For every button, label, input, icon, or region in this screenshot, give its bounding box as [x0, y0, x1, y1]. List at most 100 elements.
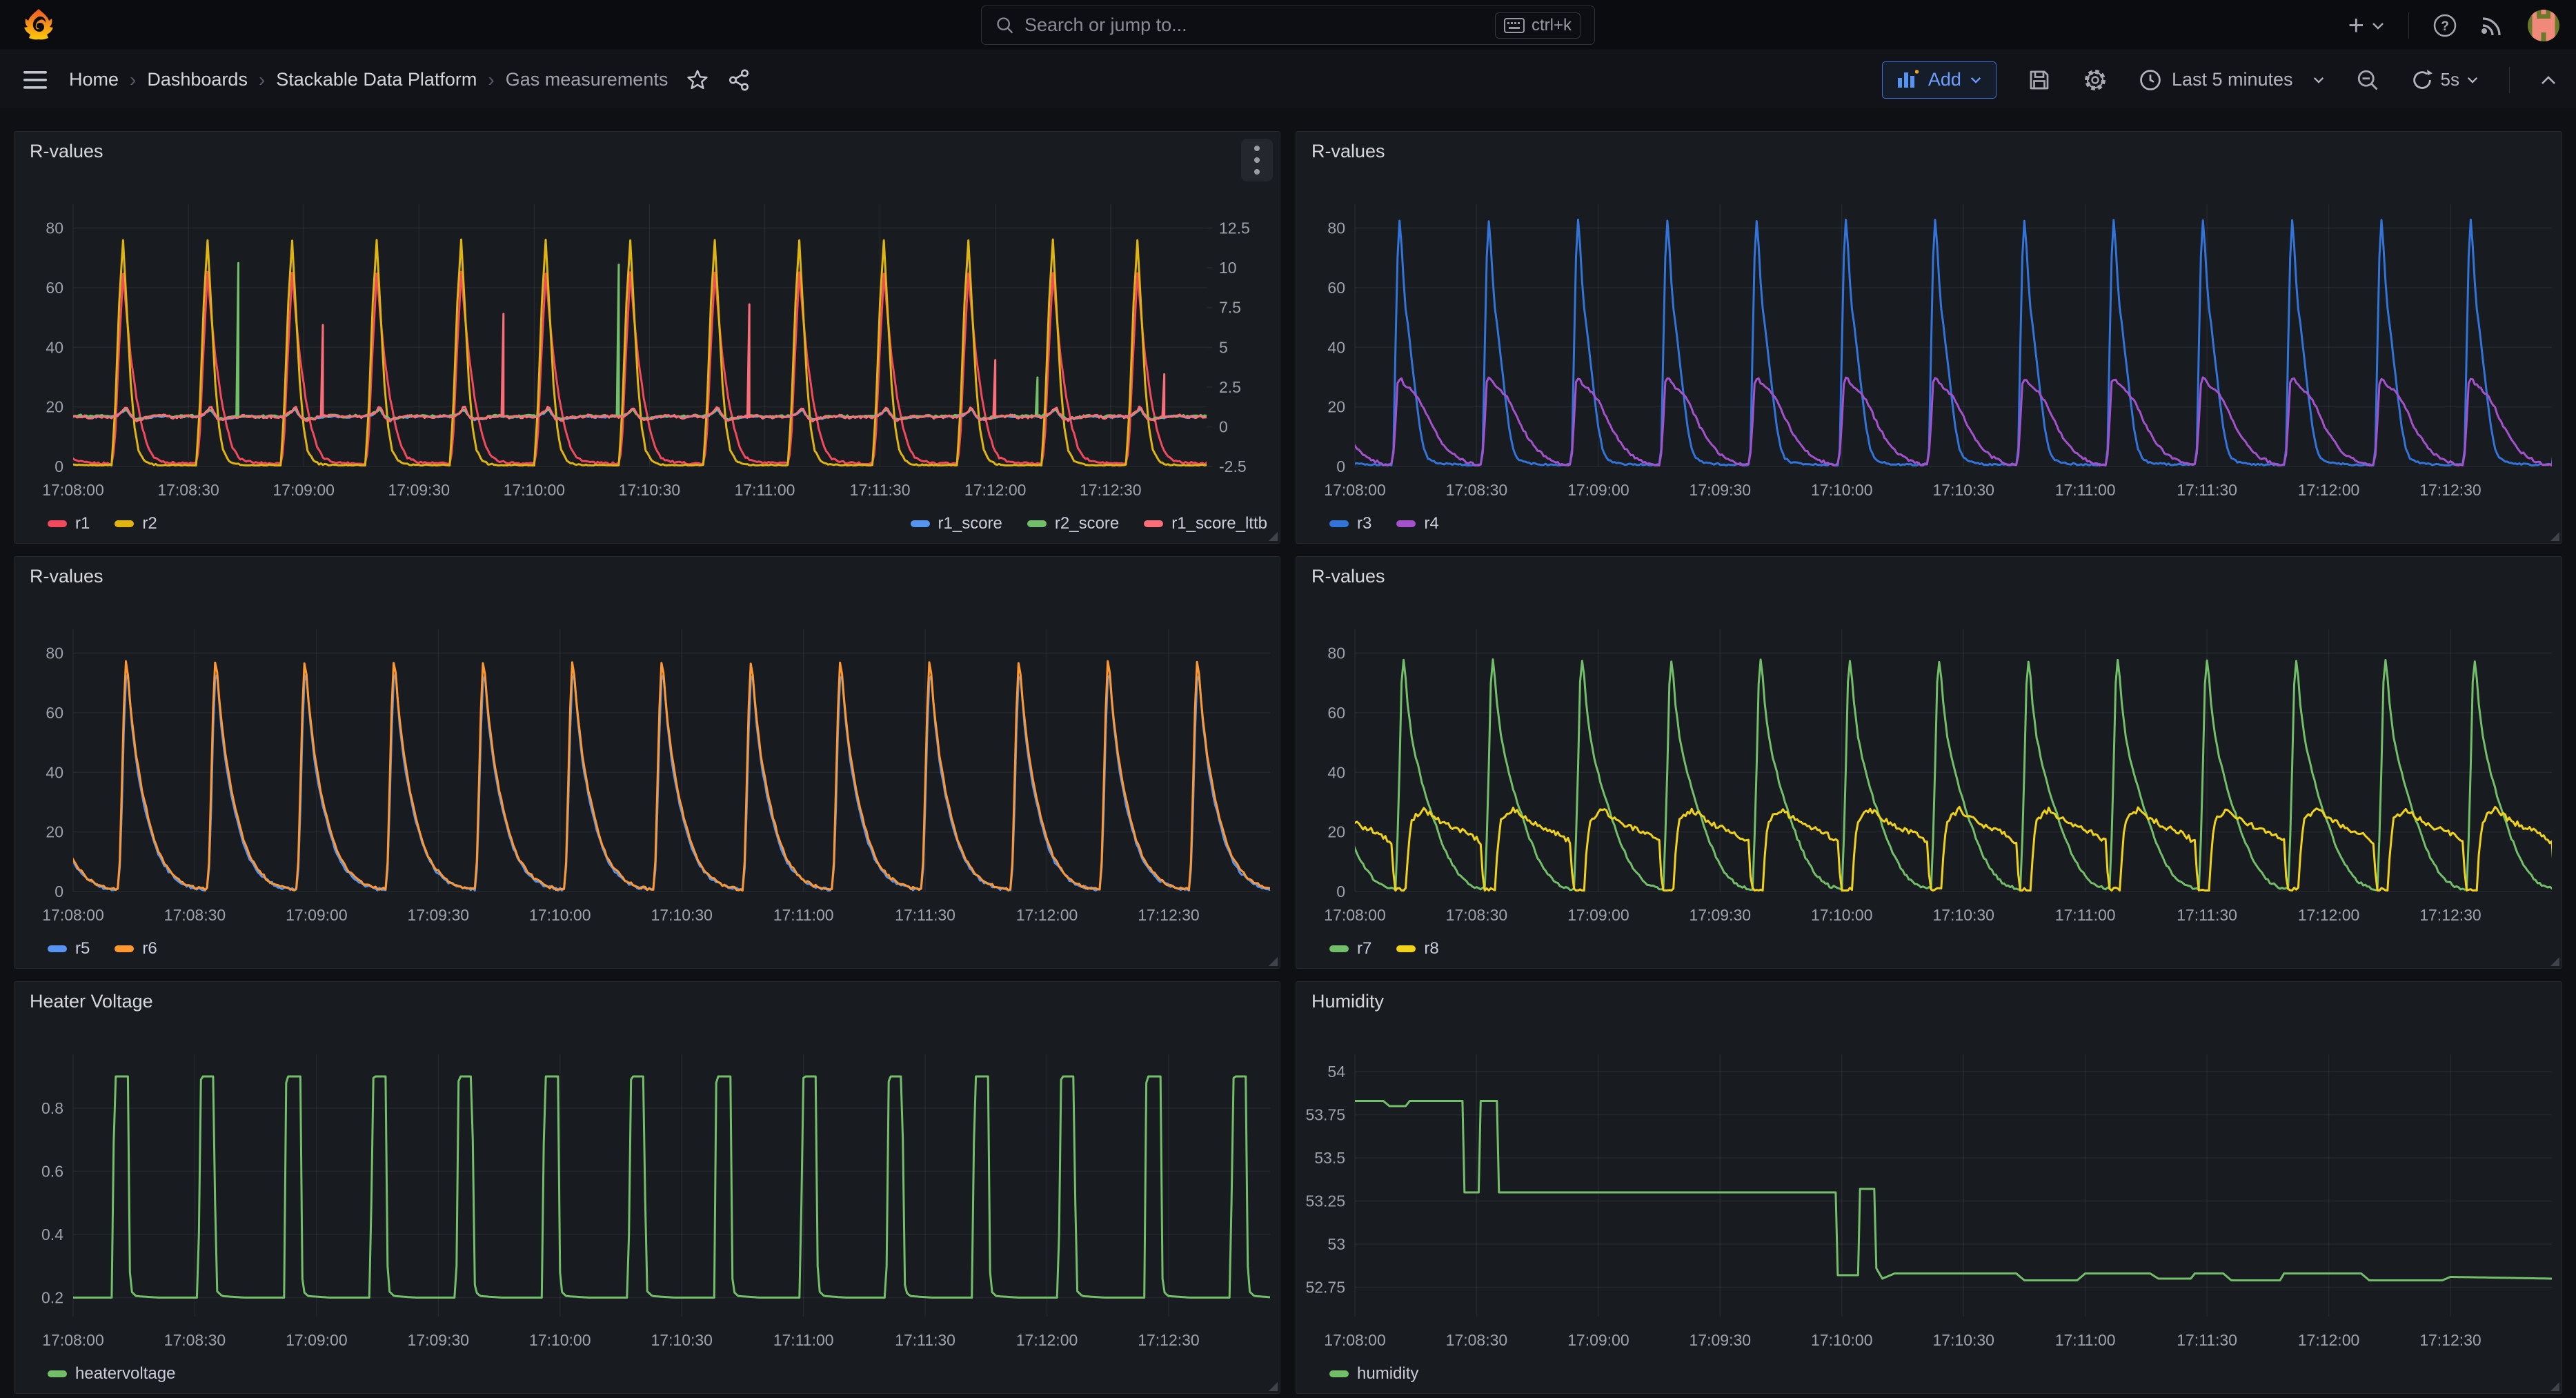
svg-text:17:09:00: 17:09:00 [286, 906, 348, 924]
svg-text:0: 0 [1336, 457, 1345, 475]
panel-title[interactable]: R-values [14, 566, 1280, 587]
panel-title[interactable]: R-values [1296, 566, 2562, 587]
legend-item-r2[interactable]: r2 [115, 514, 157, 533]
svg-text:80: 80 [1327, 644, 1345, 662]
svg-text:17:10:00: 17:10:00 [529, 1331, 591, 1349]
share-button[interactable] [727, 68, 751, 92]
svg-text:17:12:00: 17:12:00 [2298, 1331, 2360, 1349]
chart-r-values-4[interactable]: 02040608017:08:0017:08:3017:09:0017:09:3… [1296, 557, 2563, 969]
toolbar-divider [2509, 67, 2510, 93]
global-search[interactable]: ctrl+k [981, 6, 1595, 45]
panel-title[interactable]: Heater Voltage [14, 991, 1280, 1012]
series-line-r2 [69, 239, 1210, 466]
legend-item-heatervoltage[interactable]: heatervoltage [48, 1364, 175, 1384]
svg-text:17:11:00: 17:11:00 [2055, 481, 2116, 499]
svg-text:17:12:30: 17:12:30 [1138, 906, 1200, 924]
svg-text:0.2: 0.2 [41, 1289, 63, 1307]
legend-swatch [115, 520, 134, 527]
legend-item-r5[interactable]: r5 [48, 939, 90, 958]
svg-text:17:10:30: 17:10:30 [651, 1331, 713, 1349]
panel-title[interactable]: R-values [1296, 141, 2562, 162]
panel-title[interactable]: R-values [14, 141, 1280, 162]
search-input[interactable] [1024, 14, 1495, 36]
svg-text:80: 80 [1327, 219, 1345, 237]
mega-menu-button[interactable] [23, 70, 47, 90]
legend-item-r8[interactable]: r8 [1396, 939, 1438, 958]
legend-item-r2_score[interactable]: r2_score [1027, 514, 1119, 533]
hamburger-icon [23, 70, 47, 90]
svg-text:17:12:30: 17:12:30 [1138, 1331, 1200, 1349]
series-line-r8 [1351, 807, 2556, 890]
plus-icon: + [2348, 12, 2364, 39]
chevron-down-icon [2466, 75, 2479, 84]
legend-item-r1_score[interactable]: r1_score [911, 514, 1002, 533]
legend-item-r4[interactable]: r4 [1396, 514, 1438, 533]
series-line-r3 [1351, 219, 2556, 465]
panel-title[interactable]: Humidity [1296, 991, 2562, 1012]
legend-label: r3 [1357, 514, 1371, 533]
chart-r-values-3[interactable]: 02040608017:08:0017:08:3017:09:0017:09:3… [14, 557, 1281, 969]
user-avatar[interactable] [2528, 10, 2559, 41]
legend-label: r2_score [1055, 514, 1119, 533]
svg-text:17:11:00: 17:11:00 [773, 906, 834, 924]
legend-item-humidity[interactable]: humidity [1329, 1364, 1418, 1384]
svg-text:17:08:30: 17:08:30 [1446, 1331, 1508, 1349]
svg-text:17:10:30: 17:10:30 [1932, 1331, 1994, 1349]
legend-swatch [115, 945, 134, 952]
svg-text:17:08:30: 17:08:30 [1446, 906, 1508, 924]
chevron-up-icon [2540, 75, 2557, 86]
topbar-divider [2408, 12, 2409, 39]
legend-swatch [1329, 1370, 1349, 1377]
panel-heater-voltage: Heater Voltage0.20.40.60.817:08:0017:08:… [14, 981, 1280, 1394]
breadcrumb-separator: › [130, 69, 136, 91]
time-range-picker[interactable]: Last 5 minutes [2139, 68, 2325, 92]
collapse-toolbar-button[interactable] [2540, 75, 2557, 86]
svg-text:17:11:30: 17:11:30 [895, 906, 955, 924]
search-shortcut-text: ctrl+k [1532, 16, 1572, 35]
panel-menu-button[interactable] [1241, 139, 1273, 181]
breadcrumb-folder[interactable]: Stackable Data Platform [276, 69, 477, 90]
chart-r-values-2[interactable]: 02040608017:08:0017:08:3017:09:0017:09:3… [1296, 132, 2563, 544]
legend-label: r1_score [938, 514, 1002, 533]
svg-text:17:09:30: 17:09:30 [388, 481, 450, 499]
search-shortcut-badge: ctrl+k [1495, 12, 1581, 39]
dashboard-settings-button[interactable] [2082, 67, 2108, 93]
zoom-out-time-button[interactable] [2355, 68, 2380, 92]
legend-item-r6[interactable]: r6 [115, 939, 157, 958]
help-icon: ? [2433, 13, 2457, 38]
help-button[interactable]: ? [2433, 13, 2457, 38]
legend-swatch [1396, 945, 1416, 952]
legend-item-r7[interactable]: r7 [1329, 939, 1371, 958]
panel-legend: heatervoltage [48, 1364, 1267, 1384]
legend-item-r1[interactable]: r1 [48, 514, 90, 533]
legend-swatch [1396, 520, 1416, 527]
series-line-heatervoltage [69, 1076, 1274, 1298]
chart-r-values-1[interactable]: 020406080-2.502.557.51012.517:08:0017:08… [14, 132, 1281, 544]
save-dashboard-button[interactable] [2027, 68, 2052, 92]
breadcrumb-dashboards[interactable]: Dashboards [147, 69, 248, 90]
breadcrumb: Home › Dashboards › Stackable Data Platf… [69, 69, 668, 91]
panel-r-values-1: R-values020406080-2.502.557.51012.517:08… [14, 131, 1280, 544]
svg-text:17:09:00: 17:09:00 [1567, 906, 1629, 924]
svg-text:53: 53 [1327, 1235, 1345, 1253]
svg-text:17:12:30: 17:12:30 [2419, 1331, 2481, 1349]
chart-humidity[interactable]: 52.755353.2553.553.755417:08:0017:08:301… [1296, 982, 2563, 1395]
add-panel-button[interactable]: Add [1882, 61, 1997, 99]
add-button-label: Add [1928, 69, 1961, 90]
news-button[interactable] [2481, 14, 2504, 37]
chart-heater-voltage[interactable]: 0.20.40.60.817:08:0017:08:3017:09:0017:0… [14, 982, 1281, 1395]
svg-text:17:08:00: 17:08:00 [1324, 481, 1386, 499]
refresh-picker[interactable]: 5s [2410, 68, 2479, 92]
grafana-logo[interactable] [23, 8, 54, 41]
new-menu-button[interactable]: + [2348, 12, 2385, 39]
rss-icon [2481, 14, 2504, 37]
legend-item-r1_score_lttb[interactable]: r1_score_lttb [1144, 514, 1267, 533]
svg-text:17:11:30: 17:11:30 [2177, 481, 2237, 499]
breadcrumb-home[interactable]: Home [69, 69, 119, 90]
svg-text:17:12:30: 17:12:30 [2419, 906, 2481, 924]
panel-humidity: Humidity52.755353.2553.553.755417:08:001… [1296, 981, 2562, 1394]
favorite-button[interactable] [686, 68, 709, 92]
series-line-humidity [1351, 1101, 2556, 1281]
legend-swatch [1329, 945, 1349, 952]
legend-item-r3[interactable]: r3 [1329, 514, 1371, 533]
